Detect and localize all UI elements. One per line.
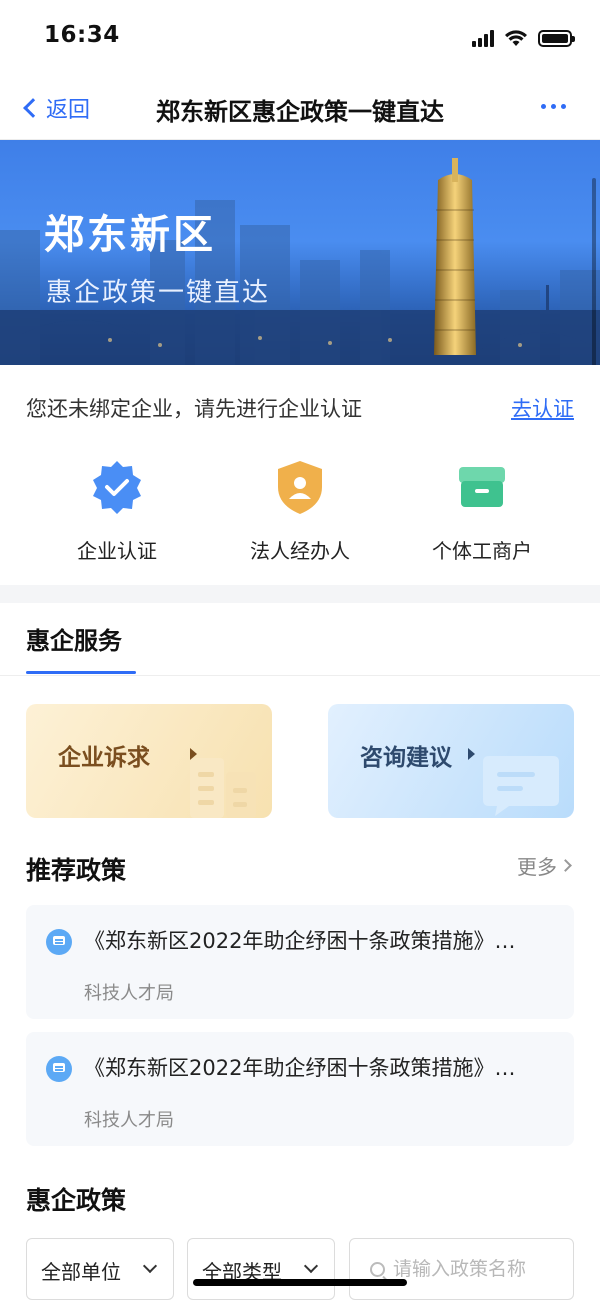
- chevron-right-icon: [559, 859, 572, 872]
- home-indicator[interactable]: [193, 1279, 407, 1286]
- service-card-label: 咨询建议: [360, 745, 452, 771]
- tab-indicator: [26, 671, 136, 674]
- banner-subtitle: 惠企政策一键直达: [46, 278, 271, 308]
- banner-title: 郑东新区: [44, 212, 216, 258]
- policy-department: 科技人才局: [84, 983, 174, 1004]
- nav-bar: 返回 郑东新区惠企政策一键直达: [0, 78, 600, 140]
- wifi-icon: [505, 30, 527, 46]
- divider: [0, 675, 600, 676]
- policy-list-item[interactable]: 《郑东新区2022年助企纾困十条政策措施》… 科技人才局: [26, 1032, 574, 1146]
- status-time: 16:34: [44, 22, 120, 48]
- policy-title: 《郑东新区2022年助企纾困十条政策措施》…: [84, 1056, 516, 1080]
- services-panel: 惠企服务 企业诉求 咨询建议 推荐政策 更多 《郑东新区2022年助企纾困十条政…: [0, 603, 600, 1300]
- consult-suggestion-card[interactable]: 咨询建议: [328, 704, 574, 818]
- chevron-down-icon: [142, 1258, 158, 1274]
- policy-search-box[interactable]: [349, 1238, 574, 1300]
- policy-list-item[interactable]: 《郑东新区2022年助企纾困十条政策措施》… 科技人才局: [26, 905, 574, 1019]
- page-title: 郑东新区惠企政策一键直达: [156, 98, 444, 126]
- policy-department: 科技人才局: [84, 1110, 174, 1131]
- hero-banner: 郑东新区 惠企政策一键直达: [0, 140, 600, 365]
- service-card-label: 企业诉求: [58, 745, 150, 771]
- recommended-policies-title: 推荐政策: [26, 856, 127, 885]
- caret-right-icon: [468, 748, 475, 760]
- type-filter-select[interactable]: 全部类型: [187, 1238, 335, 1300]
- more-policies-link[interactable]: 更多: [517, 851, 572, 880]
- certification-panel: 您还未绑定企业，请先进行企业认证 去认证 企业认证 法人经办人 个体工商户: [0, 365, 600, 585]
- unit-filter-select[interactable]: 全部单位: [26, 1238, 174, 1300]
- status-icons: [472, 26, 575, 50]
- buildings-icon: [190, 758, 256, 818]
- cert-item-label: 企业认证: [77, 539, 157, 563]
- battery-icon: [538, 29, 575, 47]
- more-options-icon[interactable]: [541, 104, 566, 109]
- cert-item-label: 法人经办人: [250, 539, 350, 563]
- policy-title: 《郑东新区2022年助企纾困十条政策措施》…: [84, 929, 516, 953]
- verified-badge-icon: [87, 457, 147, 517]
- document-icon: [46, 1056, 72, 1082]
- cert-item-label: 个体工商户: [432, 539, 532, 563]
- document-icon: [46, 929, 72, 955]
- enterprise-appeal-card[interactable]: 企业诉求: [26, 704, 272, 818]
- search-icon: [370, 1261, 385, 1277]
- policies-section-title: 惠企政策: [26, 1186, 127, 1215]
- legal-representative-button[interactable]: 法人经办人: [220, 457, 380, 564]
- storefront-icon: [452, 457, 512, 517]
- individual-business-button[interactable]: 个体工商户: [402, 457, 562, 564]
- policy-search-input[interactable]: [393, 1258, 563, 1280]
- chevron-down-icon: [303, 1258, 319, 1274]
- tab-services[interactable]: 惠企服务: [26, 621, 122, 656]
- message-icon: [483, 756, 559, 816]
- enterprise-certification-button[interactable]: 企业认证: [37, 457, 197, 564]
- certification-tip: 您还未绑定企业，请先进行企业认证: [26, 397, 362, 421]
- more-label: 更多: [517, 855, 557, 879]
- cellular-signal-icon: [472, 29, 494, 47]
- status-bar: 16:34: [0, 0, 600, 78]
- person-shield-icon: [270, 457, 330, 517]
- unit-filter-label: 全部单位: [41, 1260, 121, 1284]
- go-certify-link[interactable]: 去认证: [511, 393, 574, 423]
